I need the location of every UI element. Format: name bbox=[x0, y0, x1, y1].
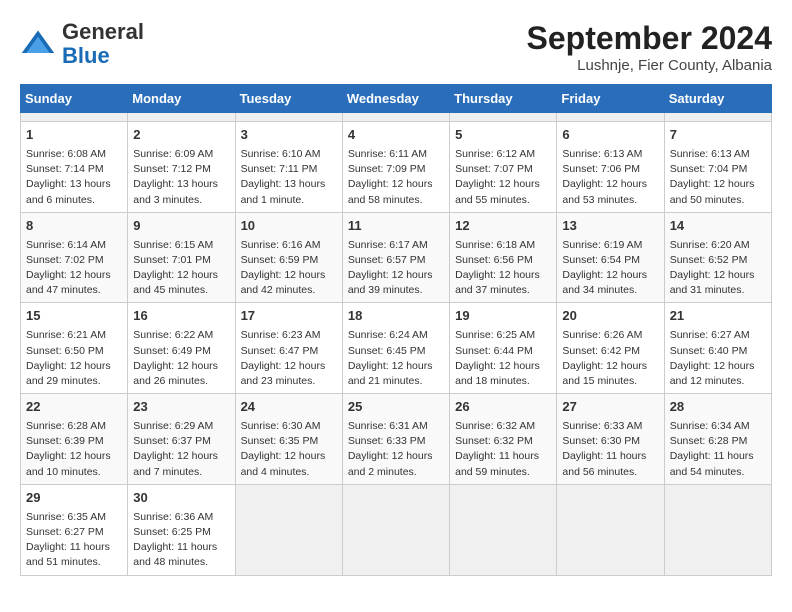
day-number: 6 bbox=[562, 126, 658, 145]
title-area: September 2024 Lushnje, Fier County, Alb… bbox=[527, 20, 772, 74]
calendar-cell bbox=[664, 113, 771, 122]
calendar-cell: 26Sunrise: 6:32 AMSunset: 6:32 PMDayligh… bbox=[450, 394, 557, 485]
day-number: 25 bbox=[348, 398, 444, 417]
header: General Blue September 2024 Lushnje, Fie… bbox=[20, 20, 772, 74]
day-number: 17 bbox=[241, 307, 337, 326]
day-number: 8 bbox=[26, 217, 122, 236]
day-number: 21 bbox=[670, 307, 766, 326]
calendar-cell bbox=[342, 113, 449, 122]
day-number: 18 bbox=[348, 307, 444, 326]
calendar-cell: 23Sunrise: 6:29 AMSunset: 6:37 PMDayligh… bbox=[128, 394, 235, 485]
calendar-cell bbox=[450, 113, 557, 122]
month-year: September 2024 bbox=[527, 20, 772, 57]
calendar-cell: 9Sunrise: 6:15 AMSunset: 7:01 PMDaylight… bbox=[128, 212, 235, 303]
calendar-cell: 15Sunrise: 6:21 AMSunset: 6:50 PMDayligh… bbox=[21, 303, 128, 394]
day-number: 16 bbox=[133, 307, 229, 326]
calendar-cell: 8Sunrise: 6:14 AMSunset: 7:02 PMDaylight… bbox=[21, 212, 128, 303]
calendar-cell: 29Sunrise: 6:35 AMSunset: 6:27 PMDayligh… bbox=[21, 484, 128, 575]
calendar-cell: 13Sunrise: 6:19 AMSunset: 6:54 PMDayligh… bbox=[557, 212, 664, 303]
location: Lushnje, Fier County, Albania bbox=[527, 57, 772, 74]
day-number: 24 bbox=[241, 398, 337, 417]
calendar-cell bbox=[450, 484, 557, 575]
day-number: 10 bbox=[241, 217, 337, 236]
calendar-cell: 28Sunrise: 6:34 AMSunset: 6:28 PMDayligh… bbox=[664, 394, 771, 485]
day-number: 29 bbox=[26, 489, 122, 508]
calendar-cell: 7Sunrise: 6:13 AMSunset: 7:04 PMDaylight… bbox=[664, 122, 771, 213]
calendar-cell: 14Sunrise: 6:20 AMSunset: 6:52 PMDayligh… bbox=[664, 212, 771, 303]
day-number: 7 bbox=[670, 126, 766, 145]
calendar-cell: 2Sunrise: 6:09 AMSunset: 7:12 PMDaylight… bbox=[128, 122, 235, 213]
day-number: 27 bbox=[562, 398, 658, 417]
calendar-cell: 22Sunrise: 6:28 AMSunset: 6:39 PMDayligh… bbox=[21, 394, 128, 485]
day-number: 3 bbox=[241, 126, 337, 145]
day-number: 5 bbox=[455, 126, 551, 145]
calendar-cell: 1Sunrise: 6:08 AMSunset: 7:14 PMDaylight… bbox=[21, 122, 128, 213]
col-header-wednesday: Wednesday bbox=[342, 85, 449, 113]
day-number: 12 bbox=[455, 217, 551, 236]
col-header-sunday: Sunday bbox=[21, 85, 128, 113]
col-header-saturday: Saturday bbox=[664, 85, 771, 113]
calendar-cell: 19Sunrise: 6:25 AMSunset: 6:44 PMDayligh… bbox=[450, 303, 557, 394]
day-number: 30 bbox=[133, 489, 229, 508]
calendar-cell bbox=[235, 484, 342, 575]
day-number: 4 bbox=[348, 126, 444, 145]
logo-general: General bbox=[62, 19, 144, 44]
calendar-cell bbox=[557, 113, 664, 122]
calendar-cell: 21Sunrise: 6:27 AMSunset: 6:40 PMDayligh… bbox=[664, 303, 771, 394]
calendar-cell: 27Sunrise: 6:33 AMSunset: 6:30 PMDayligh… bbox=[557, 394, 664, 485]
calendar-cell: 16Sunrise: 6:22 AMSunset: 6:49 PMDayligh… bbox=[128, 303, 235, 394]
day-number: 22 bbox=[26, 398, 122, 417]
calendar-cell: 6Sunrise: 6:13 AMSunset: 7:06 PMDaylight… bbox=[557, 122, 664, 213]
day-number: 26 bbox=[455, 398, 551, 417]
logo-blue: Blue bbox=[62, 43, 110, 68]
day-number: 1 bbox=[26, 126, 122, 145]
day-number: 19 bbox=[455, 307, 551, 326]
calendar-cell: 10Sunrise: 6:16 AMSunset: 6:59 PMDayligh… bbox=[235, 212, 342, 303]
calendar-cell bbox=[557, 484, 664, 575]
calendar-cell: 25Sunrise: 6:31 AMSunset: 6:33 PMDayligh… bbox=[342, 394, 449, 485]
calendar-cell: 18Sunrise: 6:24 AMSunset: 6:45 PMDayligh… bbox=[342, 303, 449, 394]
day-number: 23 bbox=[133, 398, 229, 417]
day-number: 9 bbox=[133, 217, 229, 236]
calendar-cell: 24Sunrise: 6:30 AMSunset: 6:35 PMDayligh… bbox=[235, 394, 342, 485]
calendar-cell: 3Sunrise: 6:10 AMSunset: 7:11 PMDaylight… bbox=[235, 122, 342, 213]
calendar-cell: 17Sunrise: 6:23 AMSunset: 6:47 PMDayligh… bbox=[235, 303, 342, 394]
day-number: 14 bbox=[670, 217, 766, 236]
col-header-monday: Monday bbox=[128, 85, 235, 113]
calendar-cell bbox=[21, 113, 128, 122]
calendar-cell: 4Sunrise: 6:11 AMSunset: 7:09 PMDaylight… bbox=[342, 122, 449, 213]
calendar-cell bbox=[235, 113, 342, 122]
day-number: 15 bbox=[26, 307, 122, 326]
col-header-friday: Friday bbox=[557, 85, 664, 113]
logo-icon bbox=[20, 26, 56, 62]
logo: General Blue bbox=[20, 20, 144, 68]
day-number: 11 bbox=[348, 217, 444, 236]
day-number: 20 bbox=[562, 307, 658, 326]
calendar-cell bbox=[342, 484, 449, 575]
calendar-cell: 30Sunrise: 6:36 AMSunset: 6:25 PMDayligh… bbox=[128, 484, 235, 575]
calendar-cell bbox=[664, 484, 771, 575]
calendar-cell bbox=[128, 113, 235, 122]
day-number: 28 bbox=[670, 398, 766, 417]
calendar-cell: 11Sunrise: 6:17 AMSunset: 6:57 PMDayligh… bbox=[342, 212, 449, 303]
col-header-tuesday: Tuesday bbox=[235, 85, 342, 113]
day-number: 13 bbox=[562, 217, 658, 236]
calendar-cell: 20Sunrise: 6:26 AMSunset: 6:42 PMDayligh… bbox=[557, 303, 664, 394]
day-number: 2 bbox=[133, 126, 229, 145]
col-header-thursday: Thursday bbox=[450, 85, 557, 113]
calendar-table: SundayMondayTuesdayWednesdayThursdayFrid… bbox=[20, 84, 772, 576]
calendar-cell: 5Sunrise: 6:12 AMSunset: 7:07 PMDaylight… bbox=[450, 122, 557, 213]
calendar-cell: 12Sunrise: 6:18 AMSunset: 6:56 PMDayligh… bbox=[450, 212, 557, 303]
